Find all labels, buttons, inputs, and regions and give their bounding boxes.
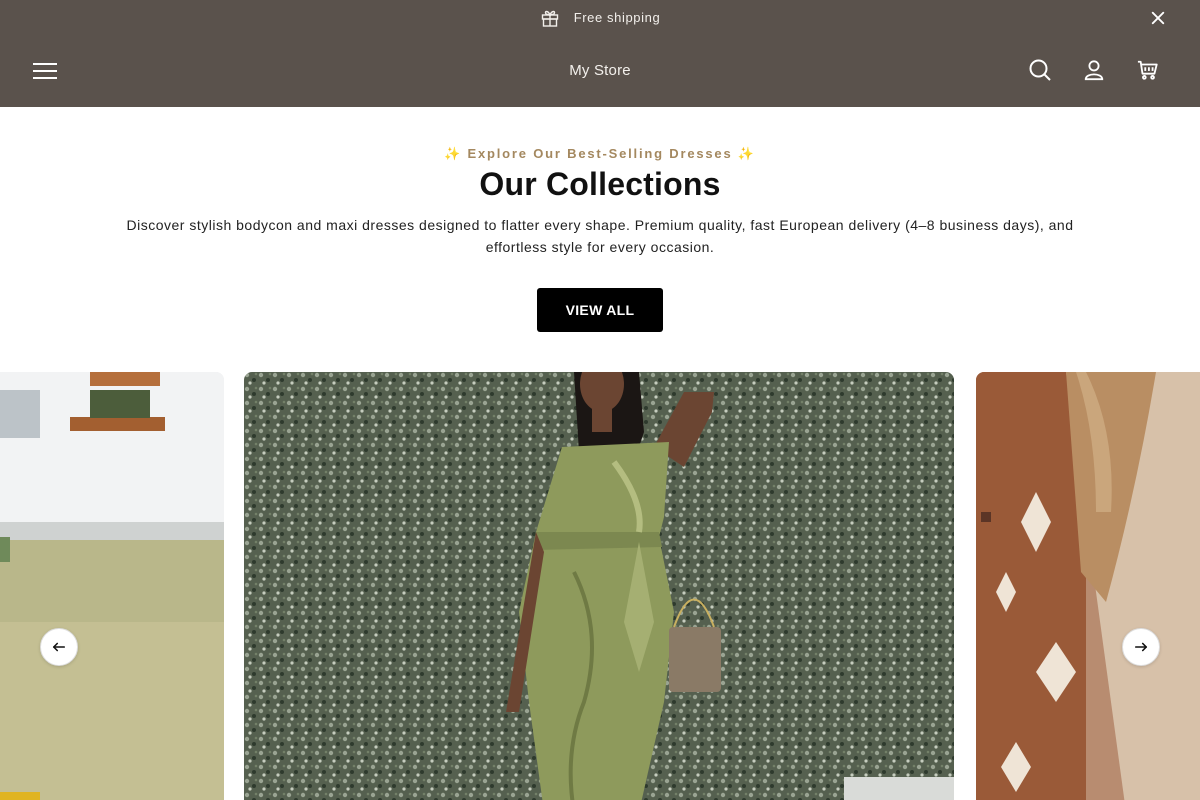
olive-satin-dress-image (244, 372, 954, 800)
slide-next[interactable] (976, 372, 1200, 800)
account-icon[interactable] (1081, 57, 1107, 83)
arrow-right-icon[interactable] (1122, 628, 1160, 666)
store-name[interactable]: My Store (0, 62, 1200, 79)
aztec-print-dress-image (976, 372, 1200, 800)
collections-description: Discover stylish bodycon and maxi dresse… (126, 217, 1074, 255)
slide-current[interactable] (244, 372, 954, 800)
collections-title: Our Collections (479, 166, 721, 202)
yellow-dress-lawn-image (0, 372, 224, 800)
site-header: My Store (0, 35, 1200, 107)
cart-icon[interactable] (1135, 57, 1161, 83)
slide-previous[interactable] (0, 372, 224, 800)
announcement-text: Free shipping (573, 10, 661, 25)
announcement-bar: Free shipping (0, 0, 1200, 35)
close-icon[interactable] (1148, 8, 1168, 28)
search-icon[interactable] (1027, 57, 1053, 83)
collections-eyebrow: ✨ Explore Our Best-Selling Dresses ✨ (444, 146, 756, 161)
view-all-button[interactable]: VIEW ALL (537, 288, 663, 332)
gift-icon (540, 8, 560, 28)
arrow-left-icon[interactable] (40, 628, 78, 666)
